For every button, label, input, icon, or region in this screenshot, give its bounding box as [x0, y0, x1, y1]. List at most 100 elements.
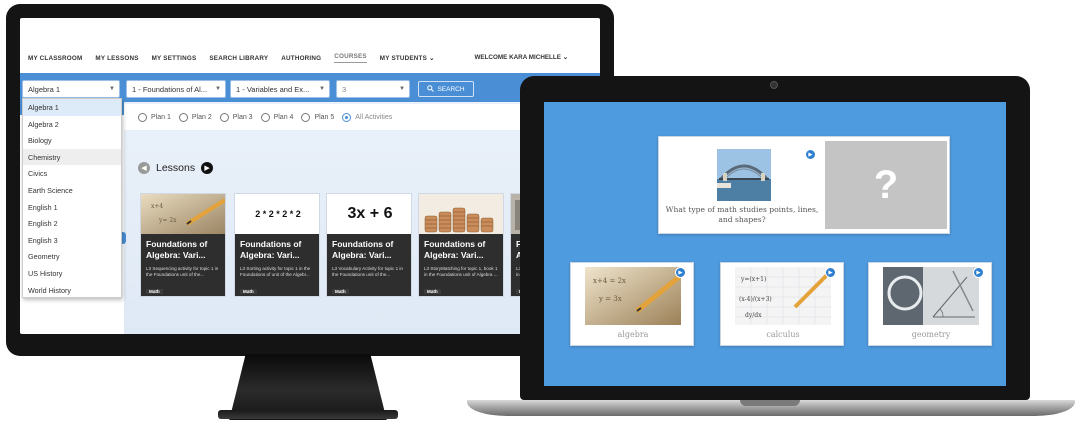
- search-icon: [427, 84, 435, 94]
- topic-select-value: 1 - Variables and Ex...: [236, 85, 310, 94]
- lesson-description: L3 Sorting activity for topic 1 in the F…: [240, 266, 311, 277]
- plan-label: Plan 4: [273, 113, 294, 121]
- plan-option-2[interactable]: Plan 2: [178, 112, 212, 122]
- plan-label: Plan 3: [232, 113, 253, 121]
- radio-icon: [301, 112, 311, 122]
- search-button-label: SEARCH: [437, 85, 465, 93]
- welcome-label: WELCOME KARA MICHELLE: [474, 54, 561, 61]
- answer-label: algebra: [617, 330, 649, 339]
- lesson-title-text: Foundations of Algebra: Vari...: [424, 239, 486, 260]
- play-icon[interactable]: ▶: [973, 267, 984, 278]
- subject-badge: Math: [424, 289, 441, 294]
- plan-option-3[interactable]: Plan 3: [219, 112, 253, 122]
- plan-label: Plan 2: [191, 113, 212, 121]
- prev-arrow-icon[interactable]: ◀: [138, 162, 150, 174]
- subject-badge: Math: [332, 289, 349, 294]
- subject-badge: Math: [240, 289, 257, 294]
- lesson-info: Foundations of Algebra: Vari... L3 Vocab…: [327, 234, 411, 296]
- answer-card-geometry[interactable]: ▶ geometry: [868, 262, 992, 346]
- nav-courses[interactable]: COURSES: [334, 53, 367, 63]
- play-icon[interactable]: ▶: [825, 267, 836, 278]
- dropdown-option[interactable]: Algebra 1: [23, 99, 121, 116]
- plan-option-4[interactable]: Plan 4: [260, 112, 294, 122]
- dropdown-option[interactable]: Geometry: [23, 248, 121, 265]
- lesson-title-text: Foundations of Algebra: Vari...: [332, 239, 394, 260]
- plan-option-all[interactable]: All Activities: [342, 112, 393, 122]
- svg-text:x+4: x+4: [151, 203, 163, 210]
- lesson-title: Foundations of Algebra: Vari...: [332, 239, 408, 261]
- plan-label: All Activities: [355, 113, 393, 121]
- next-arrow-icon[interactable]: ▶: [201, 162, 214, 174]
- lesson-thumbnail: 3x + 6: [327, 194, 411, 234]
- lesson-title: Foundations of Algebra: Vari...: [240, 239, 316, 261]
- plan-option-5[interactable]: Plan 5: [301, 112, 335, 122]
- topic-select[interactable]: 1 - Variables and Ex... ▼: [230, 80, 330, 98]
- lesson-thumbnail-text: 3x + 6: [347, 205, 393, 222]
- dropdown-option[interactable]: Earth Science: [23, 182, 121, 199]
- lesson-card[interactable]: x+4 y= 2x Foundations of Algebra: Vari..…: [140, 193, 226, 297]
- answer-image: y=(x+1) (x-4)/(x+3) dy/dx: [735, 267, 831, 325]
- svg-text:y= 2x: y= 2x: [158, 217, 177, 224]
- plan-label: Plan 5: [314, 113, 335, 121]
- lesson-title: Foundations of Algebra: Vari...: [424, 239, 500, 261]
- lesson-thumbnail: 2 * 2 * 2 * 2: [235, 194, 319, 234]
- plan-option-1[interactable]: Plan 1: [138, 112, 171, 122]
- svg-text:y=(x+1): y=(x+1): [740, 276, 766, 283]
- answer-card-algebra[interactable]: x+4 = 2x y = 3x ▶ algebra: [570, 262, 694, 346]
- play-icon[interactable]: ▶: [675, 267, 686, 278]
- svg-text:dy/dx: dy/dx: [745, 312, 762, 319]
- nav-my-classroom[interactable]: MY CLASSROOM: [28, 55, 82, 62]
- answer-label: geometry: [911, 330, 951, 339]
- mystery-symbol: ?: [873, 162, 899, 207]
- chevron-down-icon: ⌄: [428, 54, 435, 62]
- dropdown-option[interactable]: Biology: [23, 132, 121, 149]
- play-icon[interactable]: ▶: [805, 149, 816, 160]
- lesson-title-text: Foundations of Algebra: Vari...: [240, 239, 302, 260]
- laptop-notch: [740, 400, 800, 406]
- dropdown-option[interactable]: English 2: [23, 215, 121, 232]
- radio-icon: [138, 112, 147, 122]
- lesson-card[interactable]: 2 * 2 * 2 * 2 Foundations of Algebra: Va…: [234, 193, 320, 297]
- answer-image: [883, 267, 979, 325]
- plan-filter: Plan 1 Plan 2 Plan 3 Plan 4 Plan 5 All A…: [124, 104, 544, 130]
- level-select[interactable]: 3 ▼: [336, 80, 410, 98]
- radio-icon: [178, 112, 188, 122]
- nav-my-settings[interactable]: MY SETTINGS: [152, 55, 197, 62]
- subject-badge: Math: [146, 289, 163, 294]
- lesson-info: Foundations of Algebra: Vari... L3 Sorti…: [235, 234, 319, 296]
- lessons-heading: Lessons: [156, 162, 196, 174]
- nav-my-students-label: MY STUDENTS: [379, 54, 427, 62]
- lesson-card[interactable]: 3x + 6 Foundations of Algebra: Vari... L…: [326, 193, 412, 297]
- lesson-thumbnail-text: 2 * 2 * 2 * 2: [255, 209, 301, 219]
- nav-my-students[interactable]: MY STUDENTS ⌄: [380, 55, 435, 62]
- answer-image: x+4 = 2x y = 3x: [585, 267, 681, 325]
- caret-down-icon: ▼: [319, 86, 325, 92]
- unit-select[interactable]: 1 - Foundations of Al... ▼: [126, 80, 226, 98]
- nav-my-lessons[interactable]: MY LESSONS: [95, 55, 138, 62]
- dropdown-option[interactable]: English 3: [23, 232, 121, 249]
- dropdown-option[interactable]: Civics: [23, 165, 121, 182]
- dropdown-option[interactable]: World History: [23, 282, 121, 299]
- dropdown-option[interactable]: Chemistry: [23, 148, 121, 166]
- dropdown-option[interactable]: US History: [23, 265, 121, 282]
- lesson-card[interactable]: Foundations of Algebra: Vari... L3 Story…: [418, 193, 504, 297]
- question-card: ▶ What type of math studies points, line…: [658, 136, 950, 234]
- welcome-menu[interactable]: WELCOME KARA MICHELLE ⌄: [474, 54, 568, 61]
- course-dropdown: Algebra 1 Algebra 2 Biology Chemistry Ci…: [22, 98, 122, 298]
- dropdown-option[interactable]: Algebra 2: [23, 116, 121, 133]
- caret-down-icon: ▼: [215, 86, 221, 92]
- answer-label: calculus: [766, 330, 800, 339]
- lesson-description: L3 Vocabulary Activity for topic 1 in th…: [332, 266, 403, 277]
- course-select[interactable]: Algebra 1 ▼: [22, 80, 120, 98]
- svg-text:(x-4)/(x+3): (x-4)/(x+3): [739, 296, 772, 303]
- lesson-title-text: Foundations of Algebra: Vari...: [146, 239, 208, 260]
- lesson-info: Foundations of Algebra: Vari... L3 Story…: [419, 234, 503, 296]
- dropdown-option[interactable]: English 1: [23, 199, 121, 216]
- radio-icon: [260, 112, 270, 122]
- nav-search-library[interactable]: SEARCH LIBRARY: [209, 55, 268, 62]
- search-button[interactable]: SEARCH: [418, 81, 474, 97]
- nav-authoring[interactable]: AUTHORING: [281, 55, 321, 62]
- answer-card-calculus[interactable]: y=(x+1) (x-4)/(x+3) dy/dx ▶ calculus: [720, 262, 844, 346]
- lesson-thumbnail: x+4 y= 2x: [141, 194, 225, 234]
- unit-select-value: 1 - Foundations of Al...: [132, 85, 208, 94]
